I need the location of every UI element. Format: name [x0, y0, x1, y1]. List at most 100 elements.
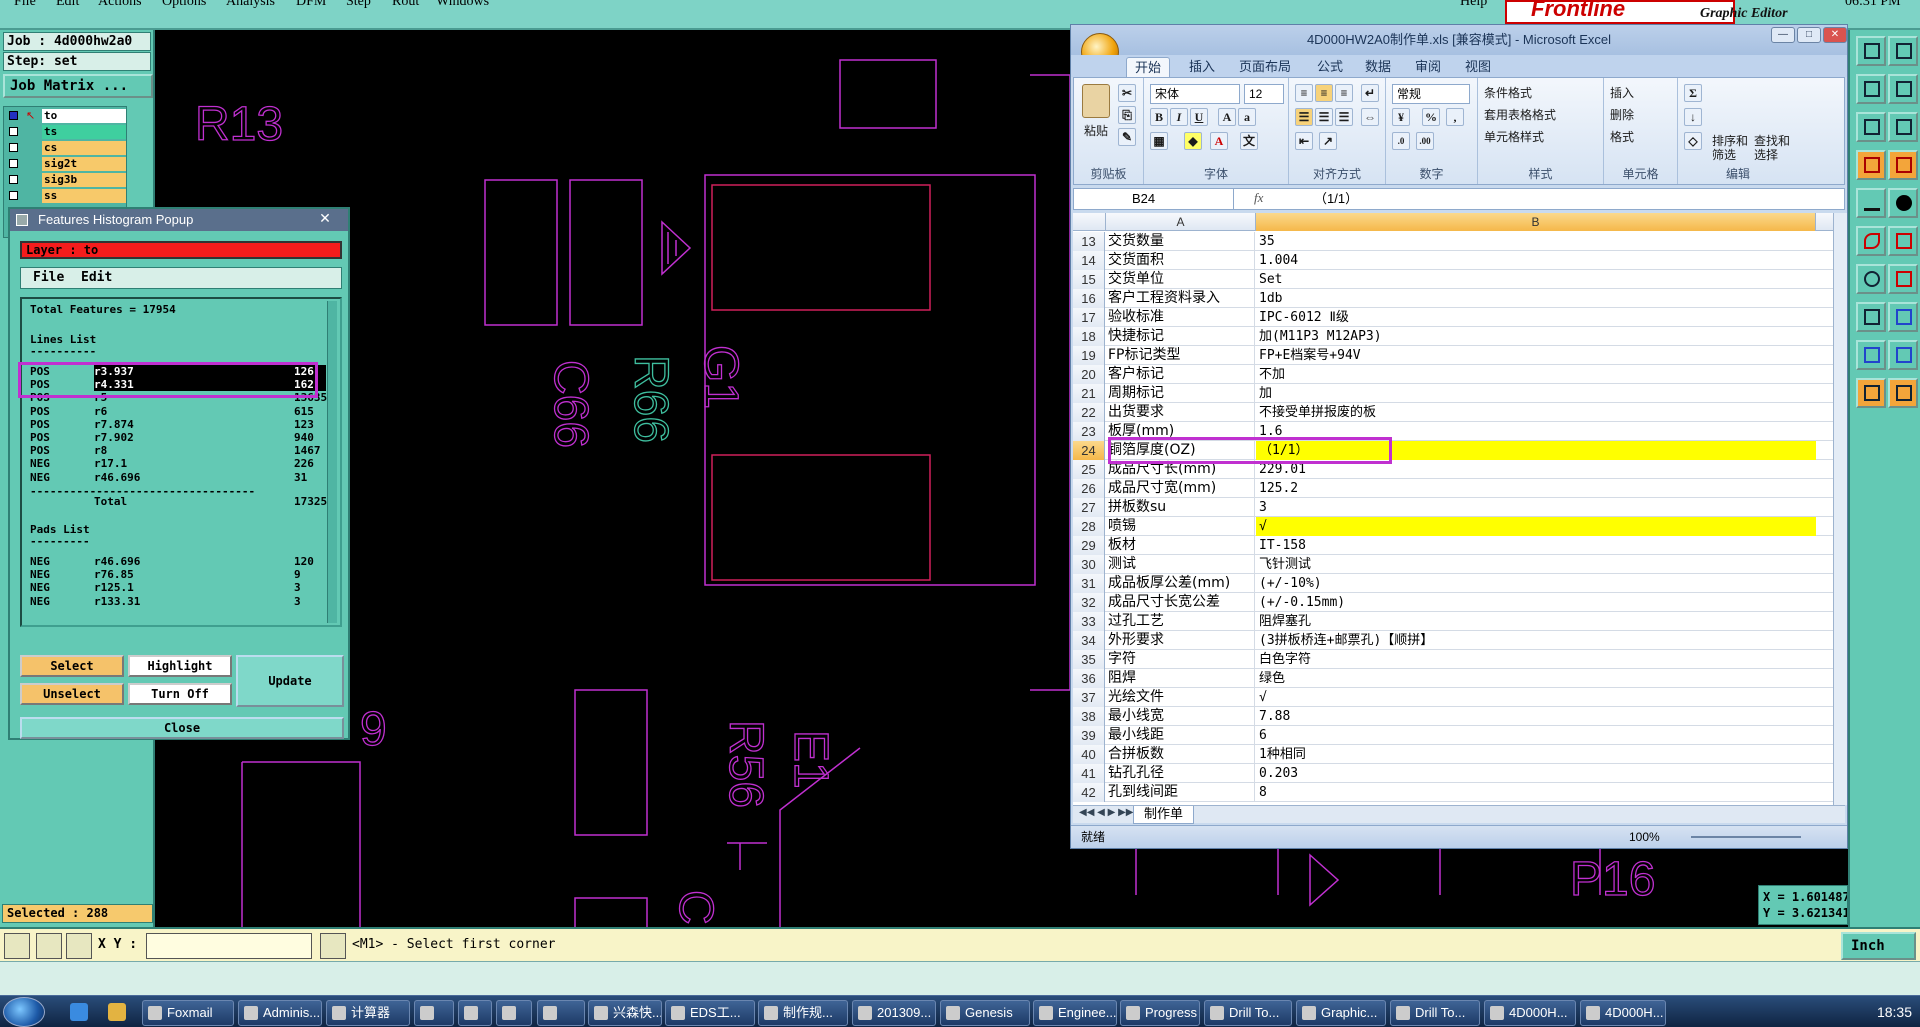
wrap-text-icon[interactable]: ↵ — [1361, 84, 1379, 102]
cell-a[interactable]: 孔到线间距 — [1106, 783, 1255, 802]
indent-icon[interactable]: ⇤ — [1295, 132, 1313, 150]
column-header-a[interactable]: A — [1106, 213, 1256, 231]
cell-b[interactable]: 35 — [1256, 232, 1816, 251]
layer-row[interactable]: ts — [6, 125, 126, 139]
row-number[interactable]: 28 — [1073, 517, 1105, 536]
pause-icon[interactable] — [320, 933, 346, 959]
row-number[interactable]: 18 — [1073, 327, 1105, 346]
cell-b[interactable]: 阻焊塞孔 — [1256, 612, 1816, 631]
cell-a[interactable]: 成品尺寸长宽公差 — [1106, 593, 1255, 612]
close-button[interactable]: Close — [20, 717, 344, 739]
cell-b[interactable]: 1db — [1256, 289, 1816, 308]
border-icon[interactable]: ▦ — [1150, 132, 1168, 150]
row-number[interactable]: 36 — [1073, 669, 1105, 688]
menu-edit[interactable]: Edit — [81, 268, 112, 288]
cell-a[interactable]: 成品板厚公差(mm) — [1106, 574, 1255, 593]
histogram-row[interactable]: NEG r17.1 226 — [30, 457, 330, 470]
font-color-icon[interactable]: A — [1210, 132, 1228, 150]
layer-row[interactable]: ss — [6, 189, 126, 203]
menu-file[interactable]: File — [14, 0, 36, 10]
cell-a[interactable]: 喷锡 — [1106, 517, 1255, 536]
copy-icon[interactable]: ⎘ — [1118, 106, 1136, 124]
minimize-icon[interactable]: — — [1771, 27, 1795, 43]
row-number[interactable]: 37 — [1073, 688, 1105, 707]
menu-step[interactable]: Step — [346, 0, 371, 10]
cell-a[interactable]: 最小线距 — [1106, 726, 1255, 745]
select-button[interactable]: Select — [20, 655, 124, 677]
tool-button[interactable] — [1888, 378, 1918, 408]
cell-b[interactable]: 绿色 — [1256, 669, 1816, 688]
close-icon[interactable]: ✕ — [310, 210, 340, 228]
cell-a[interactable]: 外形要求 — [1106, 631, 1255, 650]
taskbar-task[interactable]: EDS工... — [665, 1000, 755, 1026]
phonetic-icon[interactable]: 文 — [1240, 132, 1258, 150]
cell-a[interactable]: 字符 — [1106, 650, 1255, 669]
conditional-format-button[interactable]: 条件格式 — [1484, 84, 1532, 101]
row-number[interactable]: 24 — [1073, 441, 1105, 460]
cell-a[interactable]: 客户标记 — [1106, 365, 1255, 384]
cell-a[interactable]: 阻焊 — [1106, 669, 1255, 688]
highlight-button[interactable]: Highlight — [128, 655, 232, 677]
tool-button[interactable] — [1856, 226, 1886, 256]
cell-b[interactable]: FP+E档案号+94V — [1256, 346, 1816, 365]
tool-button[interactable] — [1888, 150, 1918, 180]
tool-button[interactable] — [1856, 340, 1886, 370]
xy-input[interactable] — [146, 933, 312, 959]
tool-button[interactable] — [1856, 378, 1886, 408]
job-field[interactable]: Job : 4d000hw2a0 — [3, 32, 151, 51]
cell-a[interactable]: 成品尺寸宽(mm) — [1106, 479, 1255, 498]
shrink-font-icon[interactable]: a — [1238, 108, 1256, 126]
row-number[interactable]: 27 — [1073, 498, 1105, 517]
select-all-corner[interactable] — [1073, 213, 1106, 231]
step-field[interactable]: Step: set — [3, 52, 151, 71]
row-number[interactable]: 19 — [1073, 346, 1105, 365]
scrollbar[interactable] — [327, 301, 337, 623]
job-matrix-button[interactable]: Job Matrix ... — [3, 74, 153, 98]
cell-a[interactable]: 交货单位 — [1106, 270, 1255, 289]
cell-a[interactable]: 板材 — [1106, 536, 1255, 555]
unselect-button[interactable]: Unselect — [20, 683, 124, 705]
taskbar-task[interactable]: 4D000H... — [1580, 1000, 1666, 1026]
menu-options[interactable]: Options — [162, 0, 206, 10]
taskbar-task[interactable]: Drill To... — [1204, 1000, 1292, 1026]
layer-row[interactable]: sig3b — [6, 173, 126, 187]
decrease-decimal-icon[interactable]: .00 — [1416, 132, 1434, 150]
histogram-row[interactable]: POS r8 1467 — [30, 444, 330, 457]
cell-b[interactable]: 0.203 — [1256, 764, 1816, 783]
histogram-row[interactable]: NEG r133.31 3 — [30, 595, 330, 608]
menu-dfm[interactable]: DFM — [296, 0, 326, 10]
turn-off-button[interactable]: Turn Off — [128, 683, 232, 705]
underline-icon[interactable]: U — [1190, 108, 1208, 126]
histogram-row[interactable]: POS r7.902 940 — [30, 431, 330, 444]
row-number[interactable]: 15 — [1073, 270, 1105, 289]
row-number[interactable]: 30 — [1073, 555, 1105, 574]
row-number[interactable]: 13 — [1073, 232, 1105, 251]
row-number[interactable]: 42 — [1073, 783, 1105, 802]
delete-cells-button[interactable]: 删除 — [1610, 106, 1634, 123]
update-button[interactable]: Update — [236, 655, 344, 707]
taskbar-task[interactable]: Genesis — [940, 1000, 1030, 1026]
cell-a[interactable]: 快捷标记 — [1106, 327, 1255, 346]
start-button[interactable] — [3, 997, 45, 1027]
row-number[interactable]: 20 — [1073, 365, 1105, 384]
taskbar-task[interactable]: 兴森快... — [588, 1000, 662, 1026]
cell-a[interactable]: 过孔工艺 — [1106, 612, 1255, 631]
paste-icon[interactable] — [1082, 84, 1110, 118]
cell-a[interactable]: FP标记类型 — [1106, 346, 1255, 365]
grow-font-icon[interactable]: A — [1218, 108, 1236, 126]
menu-edit[interactable]: Edit — [56, 0, 79, 10]
taskbar-task[interactable]: 201309... — [852, 1000, 936, 1026]
tool-button[interactable] — [1856, 74, 1886, 104]
row-number[interactable]: 40 — [1073, 745, 1105, 764]
tool-button[interactable] — [1888, 188, 1918, 218]
tab-home[interactable]: 开始 — [1126, 57, 1171, 77]
formula-input[interactable]: （1/1） — [1314, 189, 1358, 209]
cell-b[interactable]: √ — [1256, 688, 1816, 707]
taskbar-task[interactable]: Progress — [1120, 1000, 1200, 1026]
sheet-tab[interactable]: 制作单 — [1133, 806, 1195, 824]
cell-a[interactable]: 光绘文件 — [1106, 688, 1255, 707]
cell-b[interactable]: 6 — [1256, 726, 1816, 745]
font-name-select[interactable]: 宋体 — [1150, 84, 1240, 104]
paste-label[interactable]: 粘贴 — [1084, 122, 1108, 139]
histogram-row[interactable]: NEG r125.1 3 — [30, 581, 330, 594]
